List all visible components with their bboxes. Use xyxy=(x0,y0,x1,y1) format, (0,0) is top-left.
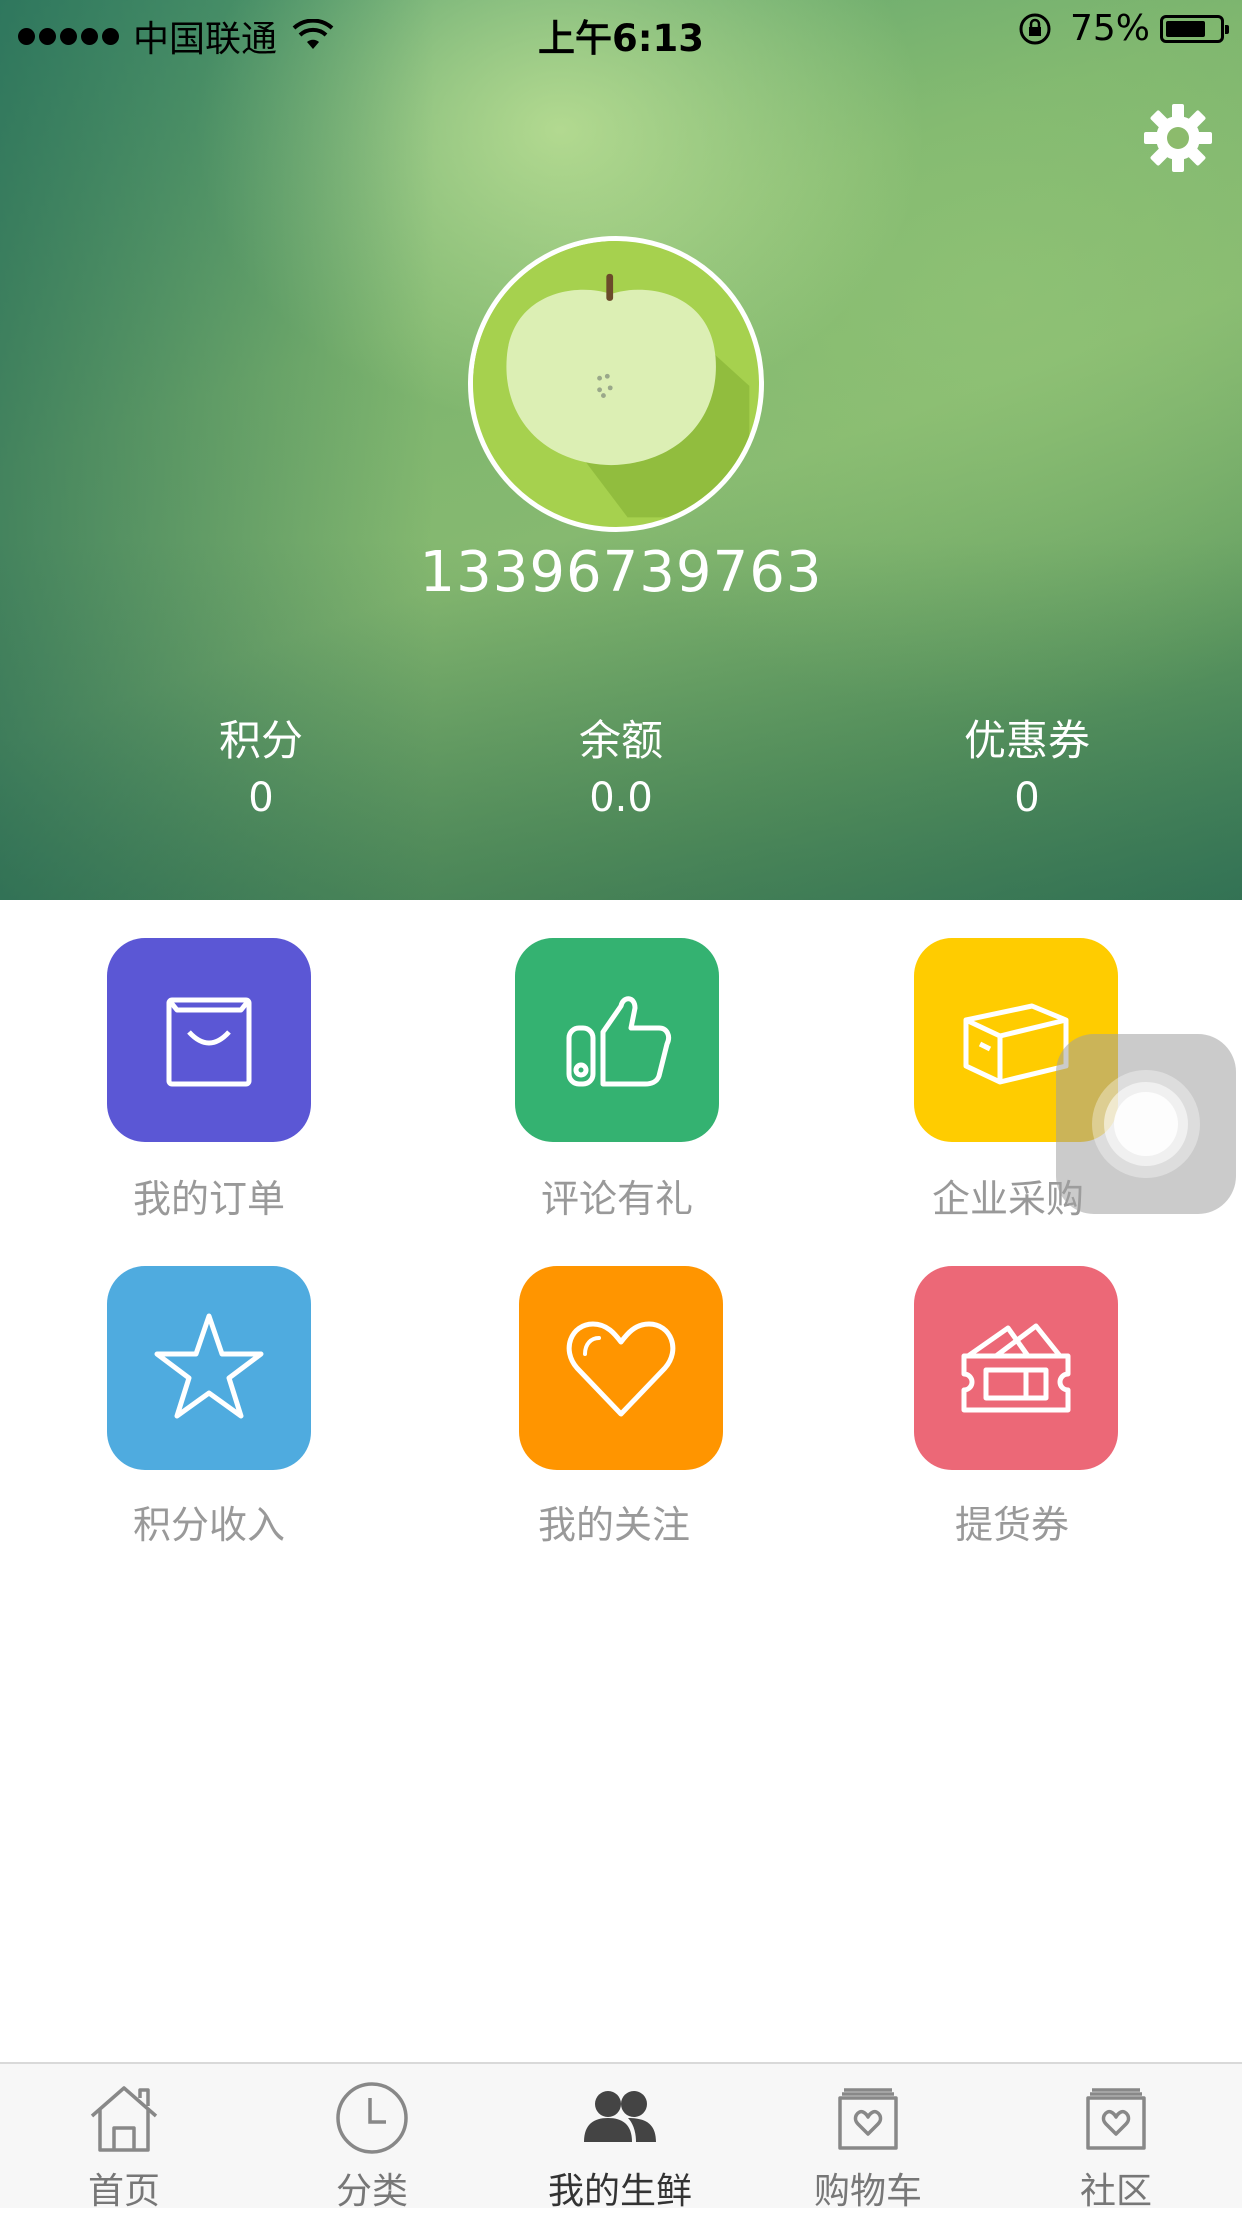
tab-home[interactable]: 首页 xyxy=(0,2064,248,2212)
menu-review-reward[interactable] xyxy=(515,938,719,1142)
stat-label: 积分 xyxy=(218,716,303,765)
menu-label: 提货券 xyxy=(954,1503,1069,1547)
menu-my-orders[interactable] xyxy=(107,938,311,1142)
tab-community[interactable]: 社区 xyxy=(992,2064,1240,2212)
assistive-touch-button[interactable] xyxy=(1056,1034,1236,1214)
tab-label: 购物车 xyxy=(813,2171,922,2212)
user-phone-number: 13396739763 xyxy=(419,540,823,605)
ticket-icon xyxy=(961,1323,1071,1413)
menu-label: 我的订单 xyxy=(132,1177,285,1221)
rotation-lock-icon xyxy=(1019,13,1051,44)
thumbs-up-icon xyxy=(566,996,672,1087)
clock-icon xyxy=(336,2082,408,2154)
tab-label: 首页 xyxy=(87,2171,160,2212)
tab-label: 我的生鲜 xyxy=(547,2171,692,2212)
user-avatar[interactable] xyxy=(468,236,764,532)
menu-my-follows[interactable] xyxy=(519,1266,723,1470)
account-stats: 积分 0 余额 0.0 优惠券 0 xyxy=(0,712,1242,832)
menu-pickup-voucher[interactable] xyxy=(914,1266,1118,1470)
bottom-tab-bar: 首页 分类 我的生鲜 购物车 社区 xyxy=(0,2062,1242,2212)
stat-value: 0 xyxy=(1014,775,1040,821)
menu-label: 积分收入 xyxy=(132,1503,285,1547)
tab-my-fresh[interactable]: 我的生鲜 xyxy=(496,2064,744,2212)
menu-label: 评论有礼 xyxy=(540,1177,693,1221)
stat-points[interactable]: 积分 0 xyxy=(131,712,391,826)
stat-coupons[interactable]: 优惠券 0 xyxy=(897,712,1157,826)
stat-label: 余额 xyxy=(578,716,663,765)
menu-label: 我的关注 xyxy=(537,1503,690,1547)
status-bar: 中国联通 上午6:13 75% xyxy=(0,0,1242,60)
heart-icon xyxy=(566,1321,676,1417)
menu-points-income[interactable] xyxy=(107,1266,311,1470)
shopping-bag-icon xyxy=(166,997,252,1087)
stat-value: 0.0 xyxy=(589,775,653,821)
home-icon xyxy=(90,2086,158,2152)
battery-percent: 75% xyxy=(1069,8,1150,49)
tab-label: 社区 xyxy=(1079,2171,1152,2212)
stat-value: 0 xyxy=(248,775,274,821)
cart-icon xyxy=(838,2088,898,2150)
battery-icon xyxy=(1160,14,1229,43)
tab-label: 分类 xyxy=(335,2171,408,2212)
stat-label: 优惠券 xyxy=(963,716,1090,765)
stat-balance[interactable]: 余额 0.0 xyxy=(491,712,751,826)
apple-avatar-icon xyxy=(473,241,750,518)
tab-cart[interactable]: 购物车 xyxy=(744,2064,992,2212)
tab-category[interactable]: 分类 xyxy=(248,2064,496,2212)
star-icon xyxy=(154,1313,264,1419)
community-icon xyxy=(1086,2088,1146,2150)
settings-gear-icon[interactable] xyxy=(1140,100,1216,176)
users-icon xyxy=(584,2091,656,2142)
